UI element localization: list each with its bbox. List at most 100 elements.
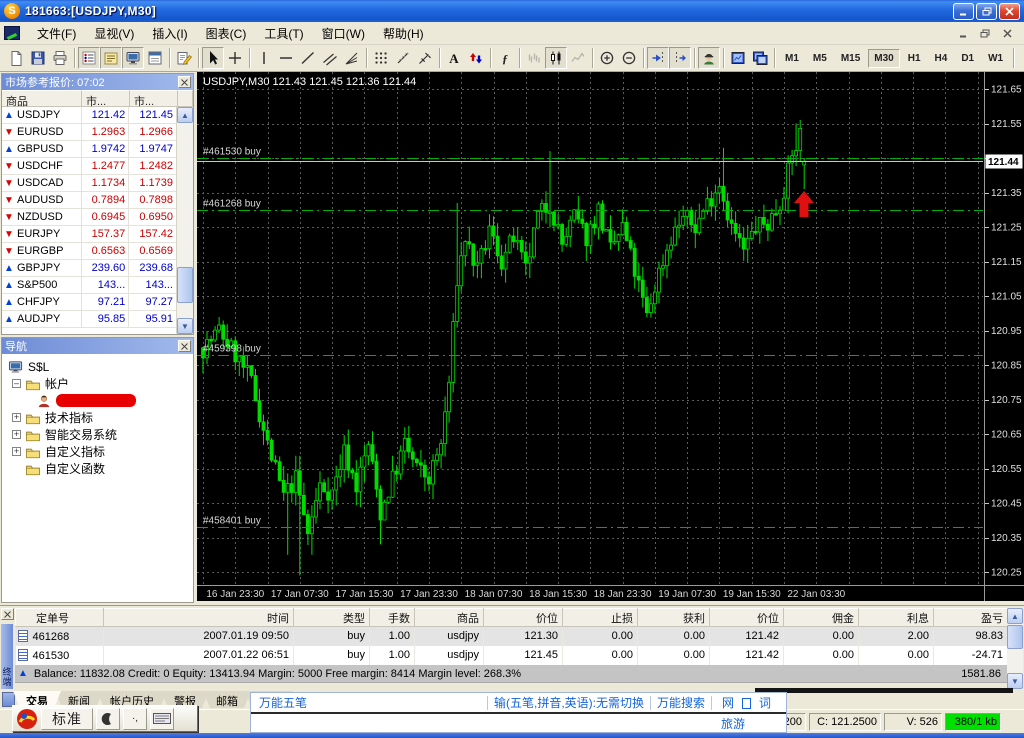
ime-mode-button[interactable]: 标准 <box>41 708 93 730</box>
nav-item-S$L[interactable]: S$L <box>6 358 193 375</box>
expand-icon[interactable]: + <box>12 430 21 439</box>
navigator-icon[interactable] <box>122 47 144 69</box>
windows-taskbar-edge[interactable] <box>0 733 1024 738</box>
collapse-icon[interactable]: – <box>12 379 21 388</box>
expand-icon[interactable]: + <box>12 413 21 422</box>
candlestick-chart-icon[interactable] <box>545 47 567 69</box>
navigator-titlebar[interactable]: 导航 <box>2 338 193 354</box>
market-watch-row[interactable]: ▼AUDUSD0.78940.7898 <box>2 192 177 209</box>
market-watch-row[interactable]: ▼USDCHF1.24771.2482 <box>2 158 177 175</box>
market-watch-row[interactable]: ▼EURUSD1.29631.2966 <box>2 124 177 141</box>
column-symbol[interactable]: 商品 <box>2 90 82 107</box>
scroll-thumb[interactable] <box>177 267 193 303</box>
vertical-line-icon[interactable] <box>253 47 275 69</box>
market-watch-row[interactable]: ▲S&P500143...143... <box>2 277 177 294</box>
market-watch-row[interactable]: ▼EURJPY157.37157.42 <box>2 226 177 243</box>
fibonacci-fan-icon[interactable] <box>392 47 414 69</box>
candlestick-chart[interactable]: #461530 buy#461268 buy#459398 buy#458401… <box>197 72 1024 601</box>
crosshair-icon[interactable] <box>224 47 246 69</box>
timeframe-h4[interactable]: H4 <box>929 49 954 68</box>
save-icon[interactable] <box>27 47 49 69</box>
timeframe-m1[interactable]: M1 <box>779 49 805 68</box>
menu-item-5[interactable]: 窗口(W) <box>313 22 374 45</box>
order-row[interactable]: 4612682007.01.19 09:50buy1.00usdjpy121.3… <box>16 627 1008 646</box>
ime-keyboard-icon[interactable] <box>150 708 174 730</box>
ime-icon-词[interactable]: 词 <box>759 696 771 710</box>
data-window-icon[interactable] <box>100 47 122 69</box>
timeframe-m30[interactable]: M30 <box>868 49 899 68</box>
ime-travel-link[interactable]: 旅游 <box>721 715 745 732</box>
print-icon[interactable] <box>49 47 71 69</box>
navigator-close-icon[interactable] <box>178 340 191 352</box>
grid-icon[interactable] <box>370 47 392 69</box>
ime-halfmoon-icon[interactable] <box>96 708 120 730</box>
terminal-scrollbar[interactable]: ▲ ▼ <box>1007 608 1023 689</box>
order-row[interactable]: 4615302007.01.22 06:51buy1.00usdjpy121.4… <box>16 646 1008 665</box>
mdi-restore-button[interactable] <box>976 26 994 41</box>
column-ask[interactable]: 市... <box>130 90 178 107</box>
scroll-up-icon[interactable]: ▲ <box>1007 608 1023 624</box>
ime-engine-name[interactable]: 万能五笔 <box>259 694 307 711</box>
mdi-close-button[interactable] <box>998 26 1016 41</box>
tab-邮箱[interactable]: 邮箱 <box>203 691 251 708</box>
close-button[interactable] <box>999 3 1020 20</box>
timeframe-d1[interactable]: D1 <box>955 49 980 68</box>
market-watch-row[interactable]: ▲AUDJPY95.8595.91 <box>2 311 177 328</box>
nav-item-智能交易系统[interactable]: +智能交易系统 <box>6 426 193 443</box>
menu-item-4[interactable]: 工具(T) <box>255 22 312 45</box>
terminal-column-11[interactable]: 盈亏 <box>934 609 1008 627</box>
ime-doc-icon[interactable] <box>742 698 751 709</box>
zoom-in-icon[interactable] <box>596 47 618 69</box>
timeframe-m5[interactable]: M5 <box>807 49 833 68</box>
scroll-down-icon[interactable]: ▼ <box>1007 673 1023 689</box>
zoom-out-icon[interactable] <box>618 47 640 69</box>
chart-profiles-icon[interactable] <box>749 47 771 69</box>
fibonacci-retracement-icon[interactable] <box>341 47 363 69</box>
terminal-column-1[interactable]: 时间 <box>104 609 294 627</box>
auto-scroll-icon[interactable] <box>647 47 669 69</box>
ime-icons[interactable]: 网词 <box>718 694 775 711</box>
new-order-icon[interactable] <box>173 47 195 69</box>
column-bid[interactable]: 市... <box>82 90 130 107</box>
ime-search[interactable]: 万能搜索 <box>657 694 705 711</box>
terminal-column-0[interactable]: 定单号 <box>16 609 104 627</box>
ime-icon-网[interactable]: 网 <box>722 696 734 710</box>
timeframe-h1[interactable]: H1 <box>902 49 927 68</box>
market-watch-row[interactable]: ▲CHFJPY97.2197.27 <box>2 294 177 311</box>
menu-item-6[interactable]: 帮助(H) <box>374 22 433 45</box>
market-watch-titlebar[interactable]: 市场参考报价: 07:02 <box>2 74 193 90</box>
terminal-close-icon[interactable] <box>1 608 14 620</box>
market-watch-row[interactable]: ▲GBPJPY239.60239.68 <box>2 260 177 277</box>
mdi-minimize-button[interactable] <box>954 26 972 41</box>
chart-shift-icon[interactable] <box>669 47 691 69</box>
nav-item-自定义指标[interactable]: +自定义指标 <box>6 443 193 460</box>
terminal-column-5[interactable]: 价位 <box>484 609 563 627</box>
market-watch-close-icon[interactable] <box>178 76 191 88</box>
ime-logo-icon[interactable] <box>16 708 38 730</box>
market-watch-row[interactable]: ▼EURGBP0.65630.6569 <box>2 243 177 260</box>
scroll-thumb[interactable] <box>1007 625 1023 649</box>
arrow-objects-icon[interactable] <box>465 47 487 69</box>
timeframe-m15[interactable]: M15 <box>835 49 866 68</box>
market-watch-row[interactable]: ▲GBPUSD1.97421.9747 <box>2 141 177 158</box>
terminal-column-6[interactable]: 止损 <box>563 609 638 627</box>
indicators-icon[interactable]: ƒ <box>494 47 516 69</box>
terminal-column-3[interactable]: 手数 <box>370 609 415 627</box>
horizontal-line-icon[interactable] <box>275 47 297 69</box>
nav-item-帐户[interactable]: –帐户 <box>6 375 193 392</box>
market-watch-scrollbar[interactable]: ▲ ▼ <box>176 107 193 334</box>
new-file-icon[interactable] <box>5 47 27 69</box>
text-label-icon[interactable]: A <box>443 47 465 69</box>
terminal-column-10[interactable]: 利息 <box>859 609 934 627</box>
timeframe-w1[interactable]: W1 <box>982 49 1009 68</box>
trendline-icon[interactable] <box>297 47 319 69</box>
andrews-pitchfork-icon[interactable] <box>414 47 436 69</box>
terminal-column-8[interactable]: 价位 <box>710 609 784 627</box>
scroll-up-icon[interactable]: ▲ <box>177 107 193 123</box>
menu-item-1[interactable]: 显视(V) <box>85 22 143 45</box>
menu-item-0[interactable]: 文件(F) <box>28 22 85 45</box>
cursor-icon[interactable] <box>202 47 224 69</box>
restore-button[interactable] <box>976 3 997 20</box>
minimize-button[interactable] <box>953 3 974 20</box>
market-watch-row[interactable]: ▲USDJPY121.42121.45 <box>2 107 177 124</box>
